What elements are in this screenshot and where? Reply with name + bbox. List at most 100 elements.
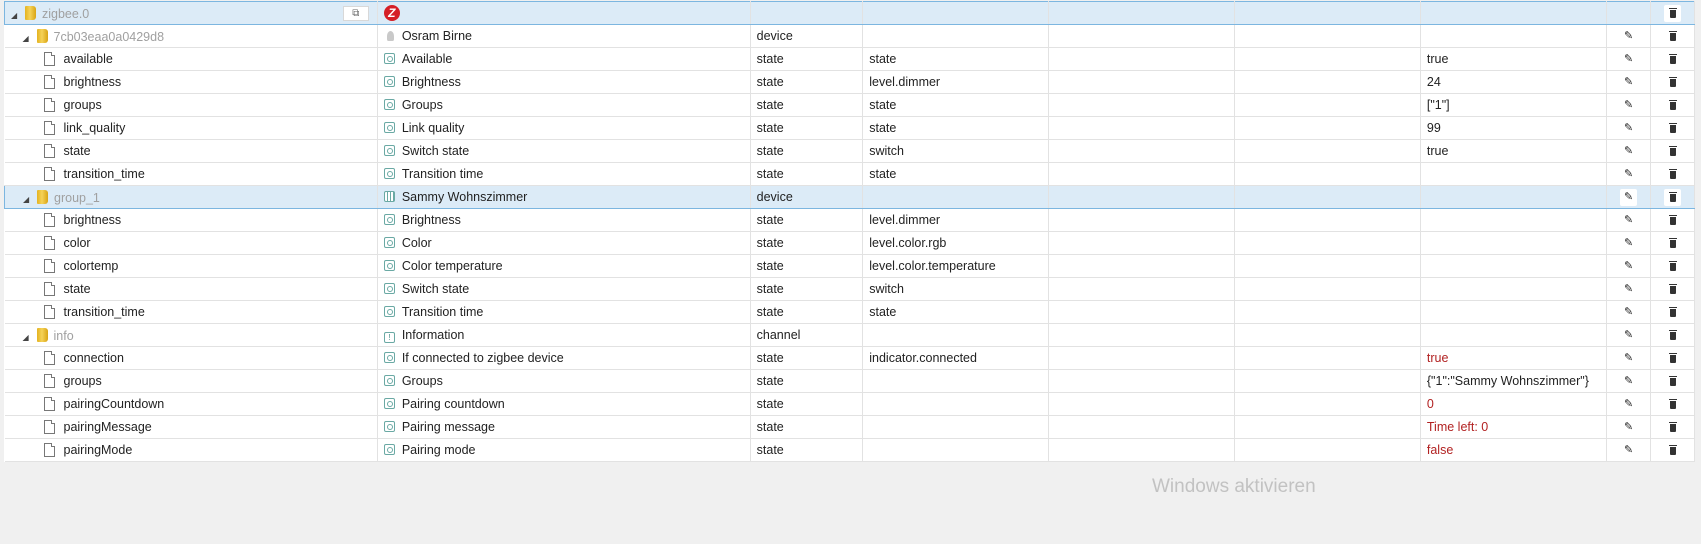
- object-value-cell[interactable]: ["1"]: [1420, 93, 1607, 117]
- root-row[interactable]: ◢ zigbee.0 ⧉ Z: [4, 1, 1695, 25]
- object-name-cell[interactable]: Osram Birne: [377, 24, 751, 48]
- object-id-cell[interactable]: transition_time: [4, 162, 378, 186]
- delete-icon[interactable]: [1664, 280, 1682, 298]
- collapse-toggle-icon[interactable]: ◢: [11, 11, 21, 20]
- object-id-cell[interactable]: groups: [4, 369, 378, 393]
- object-id-cell[interactable]: brightness: [4, 208, 378, 232]
- tree-state-row[interactable]: color Color state level.color.rgb ✎: [4, 231, 1695, 255]
- delete-icon[interactable]: [1664, 372, 1682, 390]
- object-name-cell[interactable]: Available: [377, 47, 751, 71]
- object-name-cell[interactable]: Switch state: [377, 277, 751, 301]
- edit-pencil-icon[interactable]: ✎: [1620, 142, 1638, 160]
- object-name-cell[interactable]: Brightness: [377, 208, 751, 232]
- root-id-cell[interactable]: ◢ zigbee.0 ⧉: [4, 1, 378, 25]
- tree-state-row[interactable]: pairingMessage Pairing message state Time l…: [4, 415, 1695, 439]
- object-id-cell[interactable]: pairingMessage: [4, 415, 378, 439]
- object-id-cell[interactable]: link_quality: [4, 116, 378, 140]
- object-name-cell[interactable]: Switch state: [377, 139, 751, 163]
- object-value-cell[interactable]: [1420, 162, 1607, 186]
- edit-pencil-icon[interactable]: ✎: [1620, 50, 1638, 68]
- copy-icon[interactable]: ⧉: [342, 6, 369, 21]
- edit-pencil-icon[interactable]: ✎: [1620, 119, 1638, 137]
- object-value-cell[interactable]: 24: [1420, 70, 1607, 94]
- delete-icon[interactable]: [1664, 418, 1682, 436]
- tree-state-row[interactable]: state Switch state state switch true ✎: [4, 139, 1695, 163]
- object-name-cell[interactable]: Color temperature: [377, 254, 751, 278]
- object-name-cell[interactable]: ! Information: [377, 323, 751, 347]
- object-name-cell[interactable]: Pairing countdown: [377, 392, 751, 416]
- tree-state-row[interactable]: pairingCountdown Pairing countdown state 0 ✎: [4, 392, 1695, 416]
- object-id-cell[interactable]: state: [4, 277, 378, 301]
- tree-state-row[interactable]: link_quality Link quality state state 99 ✎: [4, 116, 1695, 140]
- delete-icon[interactable]: [1664, 349, 1682, 367]
- delete-icon[interactable]: [1664, 326, 1682, 344]
- delete-icon[interactable]: [1664, 96, 1682, 114]
- edit-pencil-icon[interactable]: ✎: [1620, 211, 1638, 229]
- object-name-cell[interactable]: Brightness: [377, 70, 751, 94]
- collapse-toggle-icon[interactable]: ◢: [23, 34, 33, 43]
- object-value-cell[interactable]: true: [1420, 346, 1607, 370]
- delete-icon[interactable]: [1664, 257, 1682, 275]
- object-value-cell[interactable]: [1420, 185, 1607, 209]
- edit-pencil-icon[interactable]: ✎: [1620, 372, 1638, 390]
- object-name-cell[interactable]: Color: [377, 231, 751, 255]
- collapse-toggle-icon[interactable]: ◢: [23, 195, 33, 204]
- object-id-cell[interactable]: state: [4, 139, 378, 163]
- edit-pencil-icon[interactable]: ✎: [1620, 326, 1638, 344]
- object-id-cell[interactable]: groups: [4, 93, 378, 117]
- object-id-cell[interactable]: colortemp: [4, 254, 378, 278]
- object-name-cell[interactable]: Transition time: [377, 300, 751, 324]
- object-id-cell[interactable]: transition_time: [4, 300, 378, 324]
- object-value-cell[interactable]: [1420, 254, 1607, 278]
- object-id-cell[interactable]: ◢ info: [4, 323, 378, 347]
- tree-state-row[interactable]: transition_time Transition time state state…: [4, 300, 1695, 324]
- edit-pencil-icon[interactable]: ✎: [1620, 27, 1638, 45]
- delete-icon[interactable]: [1664, 119, 1682, 137]
- object-id-cell[interactable]: color: [4, 231, 378, 255]
- tree-state-row[interactable]: brightness Brightness state level.dimmer 24 ✎: [4, 70, 1695, 94]
- object-value-cell[interactable]: [1420, 277, 1607, 301]
- tree-state-row[interactable]: brightness Brightness state level.dimmer ✎: [4, 208, 1695, 232]
- object-id-cell[interactable]: brightness: [4, 70, 378, 94]
- tree-state-row[interactable]: groups Groups state state ["1"] ✎: [4, 93, 1695, 117]
- edit-pencil-icon[interactable]: ✎: [1620, 257, 1638, 275]
- object-value-cell[interactable]: 0: [1420, 392, 1607, 416]
- edit-pencil-icon[interactable]: ✎: [1620, 303, 1638, 321]
- tree-state-row[interactable]: connection If connected to zigbee device s…: [4, 346, 1695, 370]
- tree-state-row[interactable]: available Available state state true ✎: [4, 47, 1695, 71]
- edit-pencil-icon[interactable]: ✎: [1620, 73, 1638, 91]
- collapse-toggle-icon[interactable]: ◢: [23, 333, 33, 342]
- object-name-cell[interactable]: Transition time: [377, 162, 751, 186]
- tree-state-row[interactable]: pairingMode Pairing mode state false ✎: [4, 438, 1695, 462]
- delete-icon[interactable]: [1664, 395, 1682, 413]
- object-id-cell[interactable]: available: [4, 47, 378, 71]
- tree-state-row[interactable]: state Switch state state switch ✎: [4, 277, 1695, 301]
- object-name-cell[interactable]: Sammy Wohnszimmer: [377, 185, 751, 209]
- object-id-cell[interactable]: pairingCountdown: [4, 392, 378, 416]
- delete-icon[interactable]: [1664, 50, 1682, 68]
- delete-icon[interactable]: [1664, 303, 1682, 321]
- delete-icon[interactable]: [1664, 234, 1682, 252]
- edit-pencil-icon[interactable]: ✎: [1620, 96, 1638, 114]
- object-name-cell[interactable]: If connected to zigbee device: [377, 346, 751, 370]
- tree-state-row[interactable]: colortemp Color temperature state level.col…: [4, 254, 1695, 278]
- object-name-cell[interactable]: Link quality: [377, 116, 751, 140]
- delete-icon[interactable]: [1664, 211, 1682, 229]
- tree-state-row[interactable]: groups Groups state {"1":"Sammy Wohnszimmer…: [4, 369, 1695, 393]
- tree-state-row[interactable]: transition_time Transition time state state…: [4, 162, 1695, 186]
- edit-pencil-icon[interactable]: ✎: [1620, 418, 1638, 436]
- object-value-cell[interactable]: Time left: 0: [1420, 415, 1607, 439]
- object-value-cell[interactable]: [1420, 231, 1607, 255]
- object-value-cell[interactable]: {"1":"Sammy Wohnszimmer"}: [1420, 369, 1607, 393]
- object-value-cell[interactable]: [1420, 208, 1607, 232]
- object-value-cell[interactable]: [1420, 323, 1607, 347]
- object-name-cell[interactable]: Pairing message: [377, 415, 751, 439]
- object-value-cell[interactable]: true: [1420, 47, 1607, 71]
- object-id-cell[interactable]: pairingMode: [4, 438, 378, 462]
- delete-icon[interactable]: [1664, 188, 1682, 206]
- object-value-cell[interactable]: [1420, 24, 1607, 48]
- object-value-cell[interactable]: 99: [1420, 116, 1607, 140]
- object-name-cell[interactable]: Pairing mode: [377, 438, 751, 462]
- tree-folder-row[interactable]: ◢ 7cb03eaa0a0429d8 Osram Birne device ✎: [4, 24, 1695, 48]
- delete-icon[interactable]: [1664, 4, 1682, 22]
